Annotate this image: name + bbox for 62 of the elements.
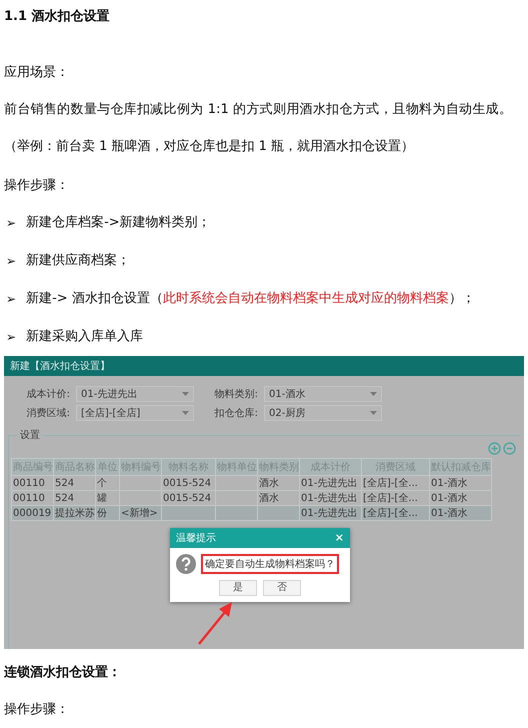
table-cell: 酒水 — [259, 478, 279, 488]
bullet-icon: ➢ — [6, 204, 16, 242]
table-cell: 提拉米苏 — [55, 508, 95, 518]
add-icon[interactable] — [488, 442, 501, 455]
table-cell: 01-酒水 — [431, 508, 468, 518]
field-label: 扣仓仓库: — [214, 406, 258, 420]
remove-icon[interactable] — [503, 442, 516, 455]
dropdown[interactable]: 01-先进先出 — [76, 386, 194, 402]
bullet-icon: ➢ — [6, 280, 16, 318]
dialog-message: 确定要自动生成物料档案吗？ — [205, 559, 335, 570]
table-cell: [全店]-[全... — [363, 508, 418, 518]
field-label: 物料类别: — [214, 388, 258, 401]
subheading: 操作步骤： — [4, 702, 69, 716]
dialog-button[interactable]: 是 — [219, 580, 257, 596]
table-cell: 0015-524 — [163, 492, 212, 504]
caret-icon — [182, 411, 189, 415]
caret-icon — [182, 392, 189, 396]
dropdown[interactable]: 02-厨房 — [264, 405, 382, 421]
step-text: 新建仓库档案->新建物料类别； — [26, 214, 211, 232]
table-cell: 酒水 — [259, 492, 279, 504]
step-text: 新建采购入库单入库 — [26, 328, 144, 346]
question-icon — [176, 554, 196, 574]
caret-icon — [370, 392, 377, 396]
table-cell: 0015-524 — [163, 478, 212, 488]
window-title: 新建【酒水扣仓设置】 — [10, 360, 110, 373]
table-cell: 000019 — [13, 508, 52, 518]
table-row[interactable]: 000019 提拉米苏 份 <新增> 01-先进先出 [全店]-[全... 01-酒水 — [12, 506, 492, 520]
group-label: 设置 — [17, 429, 43, 442]
table-cell: [全店]-[全... — [363, 492, 418, 504]
table-cell: 01-酒水 — [431, 478, 468, 488]
step-text: 新建-> 酒水扣仓设置（此时系统会自动在物料档案中生成对应的物料档案）； — [26, 290, 475, 308]
paragraph: 前台销售的数量与仓库扣减比例为 1:1 的方式则用酒水扣仓方式，且物料为自动生成。（举例：前台卖 1 瓶啤酒，对应仓库也是扣 1 瓶，就用酒水扣仓设置） — [4, 100, 512, 156]
caret-icon — [370, 411, 377, 415]
dropdown[interactable]: 01-酒水 — [264, 386, 382, 402]
subheading: 连锁酒水扣仓设置： — [4, 664, 121, 680]
table-cell: 份 — [97, 508, 107, 518]
bullet-icon: ➢ — [6, 242, 16, 280]
table-cell: 00110 — [13, 478, 45, 488]
table-cell: 罐 — [97, 492, 107, 504]
table-cell: 524 — [55, 492, 74, 504]
close-button[interactable]: × — [334, 532, 344, 544]
dialog-button[interactable]: 否 — [263, 580, 301, 596]
section-title: 1.1 酒水扣仓设置 — [4, 8, 111, 26]
step-text: 新建供应商档案； — [26, 252, 130, 270]
table-cell: 524 — [55, 478, 74, 488]
table-cell: 01-先进先出 — [301, 508, 358, 518]
table-cell: 个 — [97, 478, 107, 488]
bullet-icon: ➢ — [6, 318, 16, 356]
table-cell: 01-先进先出 — [301, 478, 358, 488]
field-label: 成本计价: — [26, 388, 70, 401]
table-cell: 00110 — [13, 492, 45, 504]
field-label: 消费区域: — [26, 406, 70, 420]
table-row[interactable]: 00110 524 个 0015-524 酒水 01-先进先出 [全店]-[全... 01-酒水 — [12, 476, 492, 490]
table-cell: 01-酒水 — [431, 492, 468, 504]
subheading: 操作步骤： — [4, 178, 69, 193]
table-cell: <新增> — [121, 508, 158, 518]
subheading: 应用场景： — [4, 64, 69, 80]
table-cell: 01-先进先出 — [301, 492, 358, 504]
dialog-title: 温馨提示 — [176, 532, 216, 545]
table-cell: [全店]-[全... — [363, 478, 418, 488]
pointer-arrow — [198, 602, 232, 645]
dropdown[interactable]: [全店]-[全店] — [76, 405, 194, 421]
